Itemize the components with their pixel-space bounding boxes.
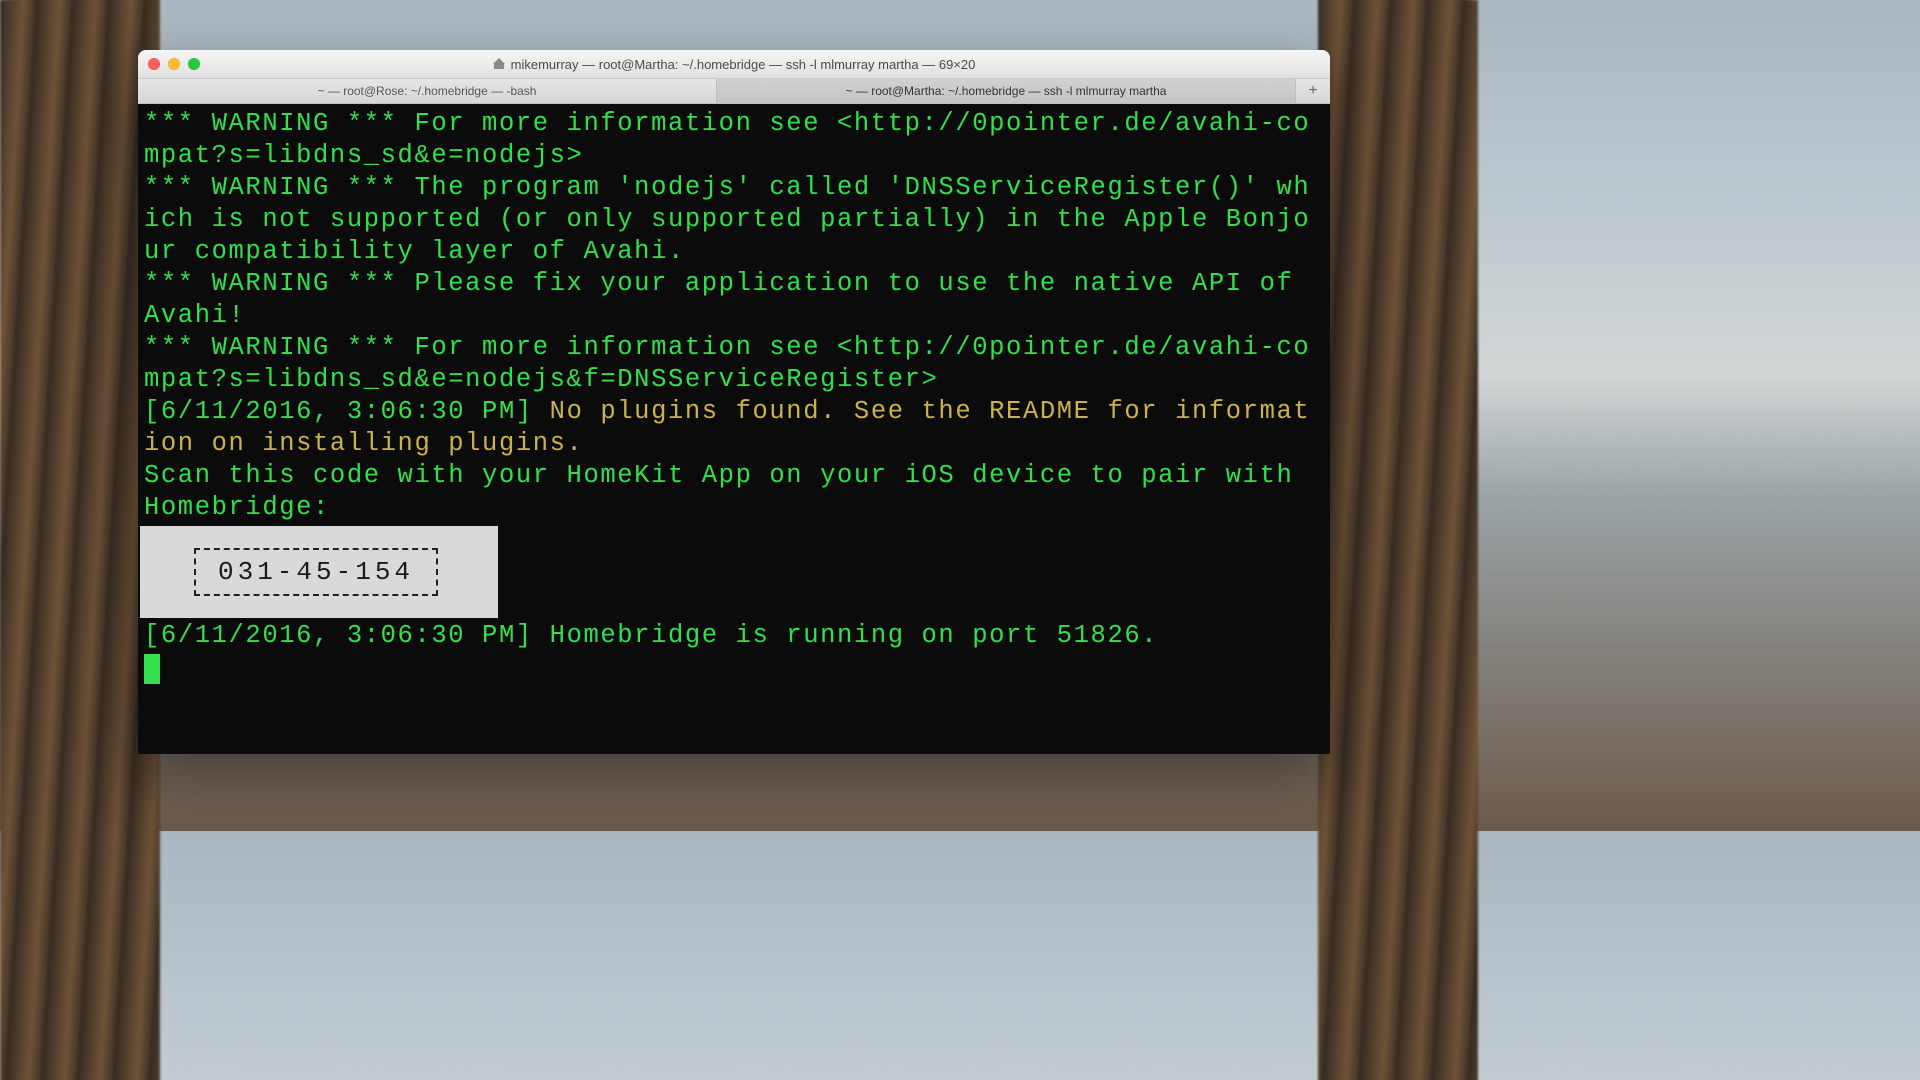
homekit-pair-code: 031-45-154	[194, 548, 438, 596]
log-message: Homebridge is running on port 51826.	[550, 621, 1159, 650]
zoom-icon[interactable]	[188, 58, 200, 70]
terminal-line: *** WARNING *** Please fix your applicat…	[144, 268, 1324, 332]
homekit-pair-block: 031-45-154	[144, 524, 1324, 620]
minimize-icon[interactable]	[168, 58, 180, 70]
close-icon[interactable]	[148, 58, 160, 70]
terminal-line: [6/11/2016, 3:06:30 PM] No plugins found…	[144, 396, 1324, 460]
terminal-window: mikemurray — root@Martha: ~/.homebridge …	[138, 50, 1330, 754]
tab-martha[interactable]: ~ — root@Martha: ~/.homebridge — ssh -l …	[717, 79, 1296, 103]
tab-bar: ~ — root@Rose: ~/.homebridge — -bash ~ —…	[138, 79, 1330, 104]
terminal-line: Scan this code with your HomeKit App on …	[144, 460, 1324, 524]
terminal-viewport[interactable]: *** WARNING *** For more information see…	[138, 104, 1330, 754]
window-title: mikemurray — root@Martha: ~/.homebridge …	[138, 57, 1330, 72]
plus-icon: +	[1308, 82, 1317, 100]
tab-label: ~ — root@Rose: ~/.homebridge — -bash	[318, 84, 537, 98]
terminal-line: *** WARNING *** For more information see…	[144, 332, 1324, 396]
desktop-wallpaper-right	[1318, 0, 1478, 1080]
tab-label: ~ — root@Martha: ~/.homebridge — ssh -l …	[846, 84, 1167, 98]
window-title-text: mikemurray — root@Martha: ~/.homebridge …	[511, 57, 976, 72]
terminal-line: *** WARNING *** For more information see…	[144, 108, 1324, 172]
terminal-line: [6/11/2016, 3:06:30 PM] Homebridge is ru…	[144, 620, 1324, 652]
timestamp: [6/11/2016, 3:06:30 PM]	[144, 621, 550, 650]
home-icon	[493, 58, 505, 70]
window-titlebar[interactable]: mikemurray — root@Martha: ~/.homebridge …	[138, 50, 1330, 79]
traffic-lights	[148, 58, 200, 70]
cursor-icon	[144, 654, 160, 684]
desktop-wallpaper-left	[0, 0, 160, 1080]
tab-rose[interactable]: ~ — root@Rose: ~/.homebridge — -bash	[138, 79, 717, 103]
timestamp: [6/11/2016, 3:06:30 PM]	[144, 397, 550, 426]
terminal-line: *** WARNING *** The program 'nodejs' cal…	[144, 172, 1324, 268]
new-tab-button[interactable]: +	[1296, 79, 1330, 103]
